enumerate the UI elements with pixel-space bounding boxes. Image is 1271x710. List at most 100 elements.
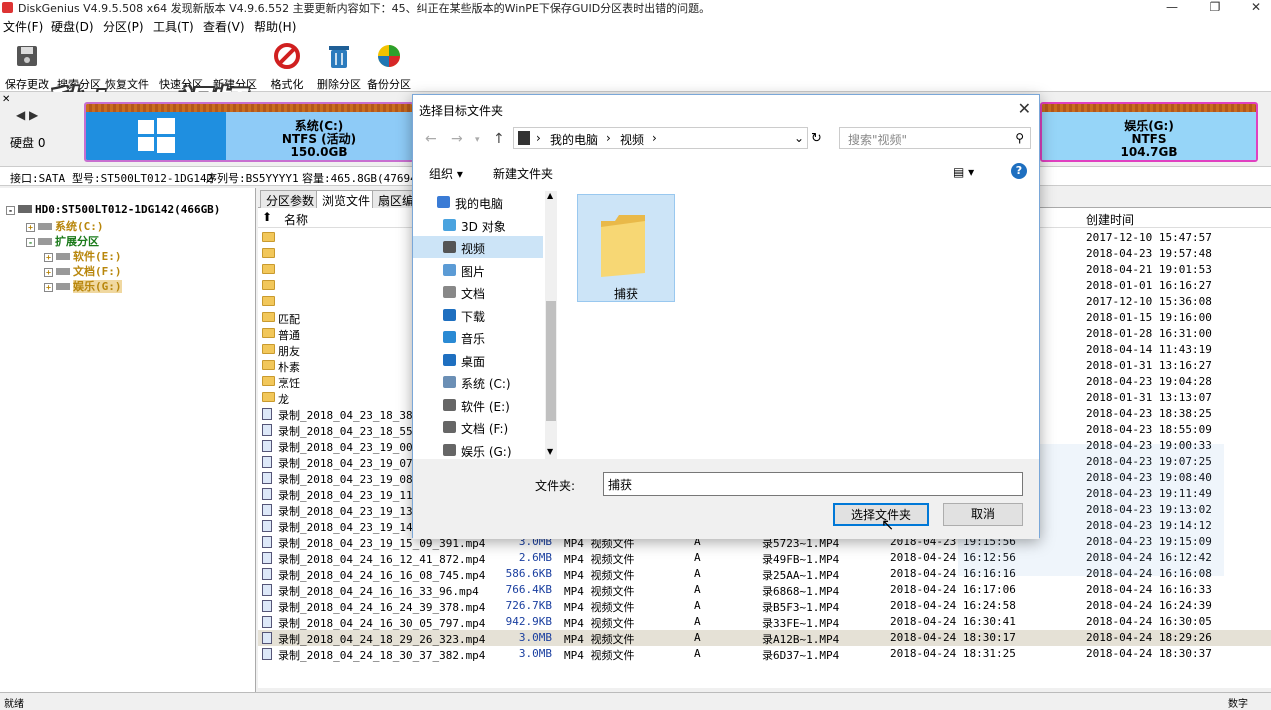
nav-item[interactable]: 文档 (F:) <box>413 416 543 438</box>
modified-time: 2018-04-24 18:31:25 <box>890 647 1016 660</box>
file-name: 录制_2018_04_23_19_07_24 <box>278 457 433 470</box>
created-time: 2018-01-28 16:31:00 <box>1086 327 1212 340</box>
breadcrumb-videos[interactable]: 视频 <box>620 131 644 148</box>
file-type: MP4 视频文件 <box>564 585 635 598</box>
folder-name: 烹饪 <box>278 377 300 390</box>
file-name: 录制_2018_04_23_18_38_25 <box>278 409 433 422</box>
nav-item-label: 软件 (E:) <box>461 399 510 414</box>
app-icon <box>2 2 13 13</box>
file-row[interactable]: 录制_2018_04_24_16_16_33_96.mp4 766.4KB MP4 … <box>258 582 1271 598</box>
created-time: 2018-04-23 18:38:25 <box>1086 407 1212 420</box>
close-button[interactable]: ✕ <box>1241 0 1271 16</box>
refresh-icon[interactable]: ↻ <box>811 131 822 146</box>
file-type: MP4 视频文件 <box>564 649 635 662</box>
file-row[interactable]: 录制_2018_04_24_18_29_26_323.mp4 3.0MB MP4 视… <box>258 630 1271 646</box>
tree-item[interactable]: + 娱乐(G:) <box>44 278 122 293</box>
tree-disk-node[interactable]: - HD0:ST500LT012-1DG142(466GB) <box>6 203 220 218</box>
tree-item[interactable]: + 系统(C:) <box>26 218 104 233</box>
nav-item[interactable]: 3D 对象 <box>413 214 543 236</box>
file-type: MP4 视频文件 <box>564 553 635 566</box>
capacity-info: 容量:465.8GB(476940 <box>302 172 424 185</box>
file-attr: A <box>694 583 701 596</box>
nav-item[interactable]: 音乐 <box>413 326 543 348</box>
recent-dropdown-icon[interactable]: ▾ <box>475 135 480 145</box>
col-name[interactable]: 名称 <box>284 211 308 228</box>
tree-item[interactable]: - 扩展分区 <box>26 233 99 248</box>
toolbar-label: 备份分区 <box>367 78 411 91</box>
partition-system-c[interactable]: 系统(C:) NTFS (活动) 150.0GB <box>84 102 414 162</box>
minimize-button[interactable]: — <box>1157 0 1187 16</box>
file-size: 766.4KB <box>505 583 552 596</box>
created-time: 2018-04-14 11:43:19 <box>1086 343 1212 356</box>
delete-partition-button[interactable]: 删除分区 <box>316 42 362 92</box>
dialog-close-icon[interactable]: ✕ <box>1018 99 1031 118</box>
menu-help[interactable]: 帮助(H) <box>254 18 296 35</box>
tree-item[interactable]: + 文档(F:) <box>44 263 122 278</box>
toolbar: 保存更改 搜索分区 恢复文件 快速分区 新建分区 格式化 删除分区 备份分区 秒… <box>0 36 1271 126</box>
menu-file[interactable]: 文件(F) <box>3 18 43 35</box>
dialog-folder-view: 捕获 <box>559 191 1039 459</box>
nav-scrollbar[interactable]: ▲ ▼ <box>545 191 557 459</box>
tree-item[interactable]: + 软件(E:) <box>44 248 122 263</box>
close-small-icon[interactable]: ✕ <box>2 94 10 105</box>
menu-tools[interactable]: 工具(T) <box>153 18 194 35</box>
file-name: 录制_2018_04_24_16_16_08_745.mp4 <box>278 569 486 582</box>
file-name: 录制_2018_04_23_18_55_09 <box>278 425 433 438</box>
tab-partition-params[interactable]: 分区参数 <box>260 190 321 208</box>
nav-item[interactable]: 下载 <box>413 304 543 326</box>
menu-partition[interactable]: 分区(P) <box>103 18 144 35</box>
folder-tile-capture[interactable]: 捕获 <box>577 194 675 302</box>
dialog-footer: 文件夹: 捕获 选择文件夹 取消 ↖ <box>413 459 1039 539</box>
nav-item[interactable]: 我的电脑 <box>413 191 543 213</box>
back-arrow-icon[interactable]: ← <box>425 131 437 147</box>
nav-item[interactable]: 桌面 <box>413 349 543 371</box>
dialog-nav-pane: 我的电脑 3D 对象 视频 图片文档下载 音乐 桌面 系统 (C:) 软件 (E:) 文档 (F… <box>413 191 558 459</box>
col-created[interactable]: 创建时间 <box>1086 211 1134 228</box>
help-icon[interactable]: ? <box>1011 163 1027 179</box>
up-arrow-icon[interactable]: ↑ <box>493 131 505 147</box>
short-name: 录25AA~1.MP4 <box>762 569 840 582</box>
view-options-icon[interactable]: ▤ ▾ <box>953 165 974 179</box>
nav-item-label: 文档 <box>461 287 486 301</box>
modified-time: 2018-04-24 16:17:06 <box>890 583 1016 596</box>
new-folder-button[interactable]: 新建文件夹 <box>493 165 553 182</box>
nav-item-label: 文档 (F:) <box>461 422 509 436</box>
restore-button[interactable]: ❐ <box>1200 0 1230 16</box>
scroll-thumb[interactable] <box>546 301 556 421</box>
nav-item-icon <box>443 241 456 253</box>
nav-item[interactable]: 文档 <box>413 281 543 303</box>
nav-item[interactable]: 软件 (E:) <box>413 394 543 416</box>
partition-entertainment-g[interactable]: 娱乐(G:) NTFS 104.7GB <box>1040 102 1258 162</box>
folder-input[interactable]: 捕获 <box>603 472 1023 496</box>
file-row[interactable]: 录制_2018_04_24_16_24_39_378.mp4 726.7KB MP4… <box>258 598 1271 614</box>
file-name: 录制_2018_04_24_18_30_37_382.mp4 <box>278 649 486 662</box>
address-bar[interactable]: › 我的电脑 › 视频 › ⌄ <box>513 127 808 149</box>
save-changes-button[interactable]: 保存更改 <box>4 42 50 92</box>
breadcrumb-computer[interactable]: 我的电脑 <box>550 131 598 148</box>
status-bar: 就绪 数字 <box>0 692 1271 710</box>
nav-item[interactable]: 视频 <box>413 236 543 258</box>
disk-nav-arrows-icon[interactable]: ◀ ▶ <box>16 108 38 122</box>
menu-view[interactable]: 查看(V) <box>203 18 245 35</box>
nav-item[interactable]: 图片 <box>413 259 543 281</box>
nav-item[interactable]: 系统 (C:) <box>413 371 543 393</box>
organize-button[interactable]: 组织 ▾ <box>429 165 463 182</box>
scroll-up-icon[interactable]: ▲ <box>547 191 553 200</box>
nav-item[interactable]: 娱乐 (G:) <box>413 439 543 461</box>
file-row[interactable]: 录制_2018_04_24_16_30_05_797.mp4 942.9KB MP4… <box>258 614 1271 630</box>
dialog-search-input[interactable]: 搜索"视频" ⚲ <box>839 127 1031 149</box>
backup-partition-button[interactable]: 备份分区 <box>366 42 412 92</box>
scroll-down-icon[interactable]: ▼ <box>547 447 553 456</box>
address-dropdown-icon[interactable]: ⌄ <box>794 131 804 145</box>
backup-pie-icon <box>378 45 400 67</box>
tab-browse-files[interactable]: 浏览文件 <box>316 190 377 208</box>
up-folder-icon[interactable]: ⬆ <box>262 210 272 224</box>
forward-arrow-icon[interactable]: → <box>451 131 463 147</box>
format-button[interactable]: 格式化 <box>264 42 310 92</box>
cancel-button[interactable]: 取消 <box>943 503 1023 526</box>
file-row[interactable]: 录制_2018_04_24_18_30_37_382.mp4 3.0MB MP4 视… <box>258 646 1271 662</box>
file-name: 录制_2018_04_23_19_11_49 <box>278 489 433 502</box>
partition-size: 150.0GB <box>290 145 348 159</box>
menu-bar: 文件(F) 硬盘(D) 分区(P) 工具(T) 查看(V) 帮助(H) <box>0 16 1271 36</box>
menu-disk[interactable]: 硬盘(D) <box>51 18 94 35</box>
